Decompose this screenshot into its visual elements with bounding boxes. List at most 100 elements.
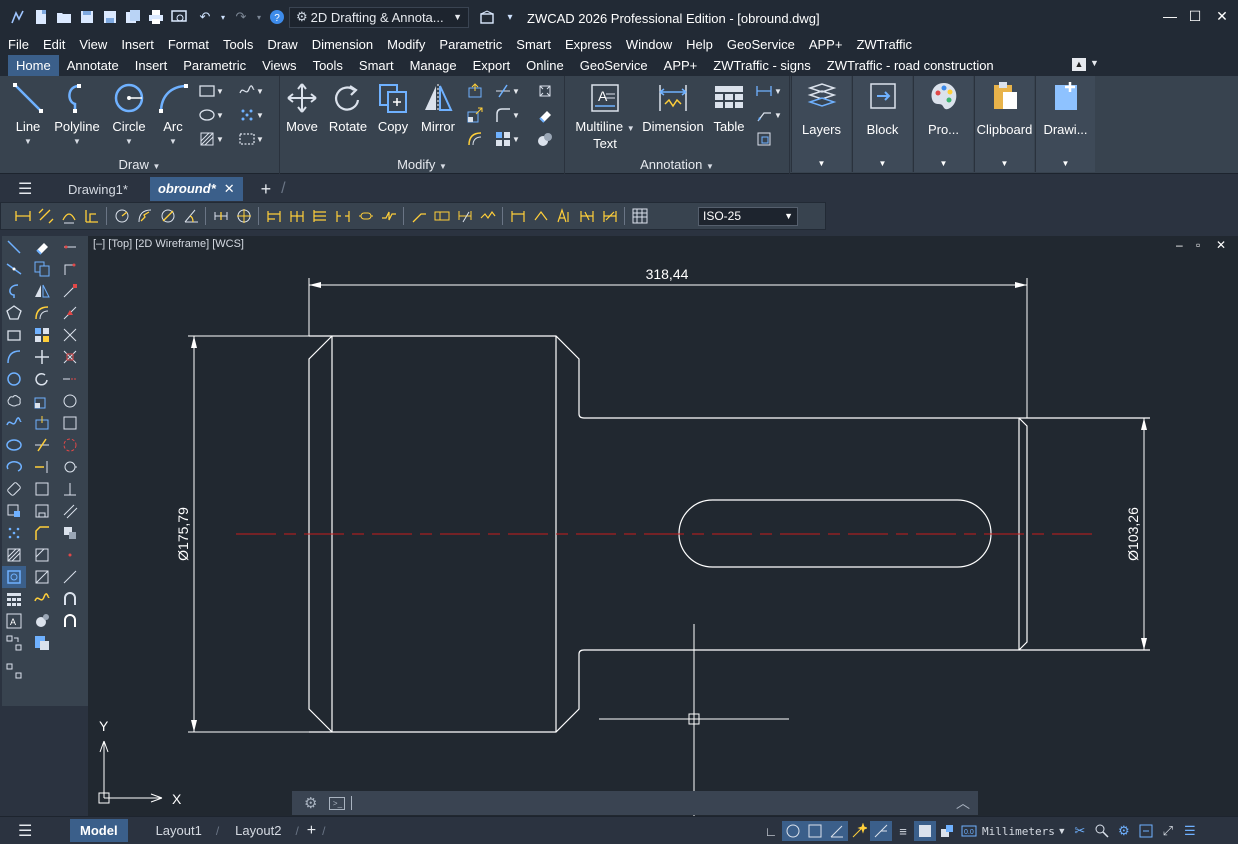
viewport-controls-label[interactable]: [–] [Top] [2D Wireframe] [WCS] bbox=[93, 238, 244, 250]
scale-icon[interactable] bbox=[466, 106, 484, 124]
viewport-minimize-button[interactable]: – bbox=[1176, 238, 1183, 252]
tab-layout2[interactable]: Layout2 bbox=[225, 819, 291, 842]
dim-style-manager-icon[interactable] bbox=[628, 206, 651, 226]
explode-icon[interactable] bbox=[536, 82, 554, 100]
dim-break-icon[interactable] bbox=[331, 206, 354, 226]
point-icon[interactable] bbox=[238, 106, 256, 124]
arc-button[interactable]: Arc ▼ bbox=[155, 80, 191, 149]
save-icon[interactable] bbox=[77, 7, 97, 27]
tab-app-plus[interactable]: APP+ bbox=[656, 55, 706, 76]
tab-geoservice[interactable]: GeoService bbox=[572, 55, 656, 76]
drawing-canvas[interactable]: 318,44 Ø175,79 Ø103,26 Y X bbox=[88, 236, 1238, 816]
dim-center-icon[interactable] bbox=[232, 206, 255, 226]
command-line[interactable]: ⚙ >_ ︿ bbox=[292, 791, 978, 815]
doc-tab-obround[interactable]: obround* ✕ bbox=[149, 177, 243, 201]
chevron-down-icon[interactable]: ▼ bbox=[255, 106, 265, 124]
ortho-mode-icon[interactable] bbox=[804, 821, 826, 841]
ellipse-icon[interactable] bbox=[198, 106, 216, 124]
center-mark-icon[interactable] bbox=[755, 130, 773, 148]
dim-radius-icon[interactable] bbox=[110, 206, 133, 226]
palette-options-icon[interactable] bbox=[2, 660, 26, 682]
menu-zwtraffic[interactable]: ZWTraffic bbox=[856, 37, 912, 52]
construction-line-icon[interactable] bbox=[2, 258, 26, 280]
design-center-tool-icon[interactable] bbox=[30, 632, 54, 654]
chevron-down-icon[interactable]: ▼ bbox=[511, 82, 521, 100]
dim-text-center-icon[interactable] bbox=[575, 206, 598, 226]
close-button[interactable]: ✕ bbox=[1210, 8, 1234, 25]
scale-tool-icon[interactable] bbox=[30, 390, 54, 412]
snap-node-icon[interactable] bbox=[58, 522, 82, 544]
array-tool-icon[interactable] bbox=[30, 324, 54, 346]
redo-icon[interactable]: ↷ bbox=[231, 7, 251, 27]
leader-icon[interactable] bbox=[755, 106, 773, 124]
dim-jog-line-icon[interactable] bbox=[377, 206, 400, 226]
move-tool-icon[interactable] bbox=[30, 346, 54, 368]
chevron-down-icon[interactable]: ▼ bbox=[773, 82, 783, 100]
tab-export[interactable]: Export bbox=[465, 55, 519, 76]
dim-continue-icon[interactable] bbox=[285, 206, 308, 226]
menu-smart[interactable]: Smart bbox=[516, 37, 551, 52]
ribbon-options-chevron-icon[interactable]: ▼ bbox=[1090, 58, 1099, 68]
hatch-tool-icon[interactable] bbox=[2, 544, 26, 566]
doc-tab-drawing1[interactable]: Drawing1* bbox=[60, 178, 136, 201]
tab-annotate[interactable]: Annotate bbox=[59, 55, 127, 76]
menu-file[interactable]: File bbox=[8, 37, 29, 52]
multiline-text-button[interactable]: A Multiline ▼ Text bbox=[573, 80, 637, 151]
chevron-down-icon[interactable]: ▼ bbox=[215, 82, 225, 100]
chevron-down-icon[interactable]: ▼ bbox=[511, 106, 521, 124]
horizontal-dimension[interactable]: 318,44 bbox=[308, 266, 1028, 418]
curve-tool-icon[interactable] bbox=[30, 588, 54, 610]
tab-insert[interactable]: Insert bbox=[127, 55, 176, 76]
ellipse-tool-icon[interactable] bbox=[2, 434, 26, 456]
new-file-icon[interactable] bbox=[31, 7, 51, 27]
stretch-tool-icon[interactable] bbox=[30, 412, 54, 434]
snap-perpendicular-icon[interactable] bbox=[58, 456, 82, 478]
isolate-objects-icon[interactable] bbox=[1091, 821, 1113, 841]
trim-tool-icon[interactable] bbox=[30, 434, 54, 456]
move-button[interactable]: Move bbox=[284, 80, 320, 134]
undo-dropdown-icon[interactable]: ▾ bbox=[218, 7, 228, 27]
chevron-down-icon[interactable]: ▼ bbox=[215, 106, 225, 124]
snap-tangent-icon[interactable] bbox=[58, 434, 82, 456]
snap-from-icon[interactable] bbox=[58, 258, 82, 280]
dim-linear-icon[interactable] bbox=[11, 206, 34, 226]
linear-dimension-icon[interactable] bbox=[755, 82, 773, 100]
fillet-icon[interactable] bbox=[494, 106, 512, 124]
open-folder-icon[interactable] bbox=[54, 7, 74, 27]
polyline-button[interactable]: Polyline ▼ bbox=[53, 80, 101, 149]
gear-icon[interactable]: ⚙ bbox=[304, 794, 317, 812]
save-all-icon[interactable] bbox=[123, 7, 143, 27]
dim-aligned-icon[interactable] bbox=[34, 206, 57, 226]
lineweight-icon[interactable]: ≡ bbox=[892, 821, 914, 841]
temporary-track-icon[interactable] bbox=[58, 236, 82, 258]
modify-group-label[interactable]: Modify ▼ bbox=[280, 157, 564, 172]
add-selected-tool-icon[interactable] bbox=[2, 632, 26, 654]
menu-modify[interactable]: Modify bbox=[387, 37, 425, 52]
mirror-button[interactable]: Mirror bbox=[416, 80, 460, 134]
save-as-icon[interactable] bbox=[100, 7, 120, 27]
transparency-icon[interactable] bbox=[914, 821, 936, 841]
dimension-style-select[interactable]: ISO-25 ▼ bbox=[698, 207, 798, 226]
customize-quick-access-icon[interactable]: ▾ bbox=[500, 7, 520, 27]
chevron-down-icon[interactable]: ▼ bbox=[255, 82, 265, 100]
snap-magnet-icon[interactable] bbox=[58, 588, 82, 610]
chevron-down-icon[interactable]: ▼ bbox=[511, 130, 521, 148]
chevron-down-icon[interactable]: ▼ bbox=[215, 130, 225, 148]
snap-midpoint-icon[interactable] bbox=[58, 302, 82, 324]
app-logo-icon[interactable] bbox=[8, 7, 28, 27]
dim-edit-icon[interactable] bbox=[453, 206, 476, 226]
redo-dropdown-icon[interactable]: ▾ bbox=[254, 7, 264, 27]
boolean-icon[interactable] bbox=[536, 130, 554, 148]
menu-tools[interactable]: Tools bbox=[223, 37, 253, 52]
viewport-close-button[interactable]: ✕ bbox=[1216, 238, 1226, 252]
tab-home[interactable]: Home bbox=[8, 55, 59, 76]
rectangle-tool-icon[interactable] bbox=[2, 324, 26, 346]
break-tool-icon[interactable] bbox=[30, 478, 54, 500]
object-snap-tracking-icon[interactable] bbox=[870, 821, 892, 841]
rotate-tool-icon[interactable] bbox=[30, 368, 54, 390]
hamburger-menu-icon[interactable]: ☰ bbox=[18, 179, 38, 199]
fullscreen-icon[interactable]: ⤢ bbox=[1157, 821, 1179, 841]
chevron-down-icon[interactable]: ▼ bbox=[773, 106, 783, 124]
menu-view[interactable]: View bbox=[79, 37, 107, 52]
dim-arc-length-icon[interactable] bbox=[57, 206, 80, 226]
